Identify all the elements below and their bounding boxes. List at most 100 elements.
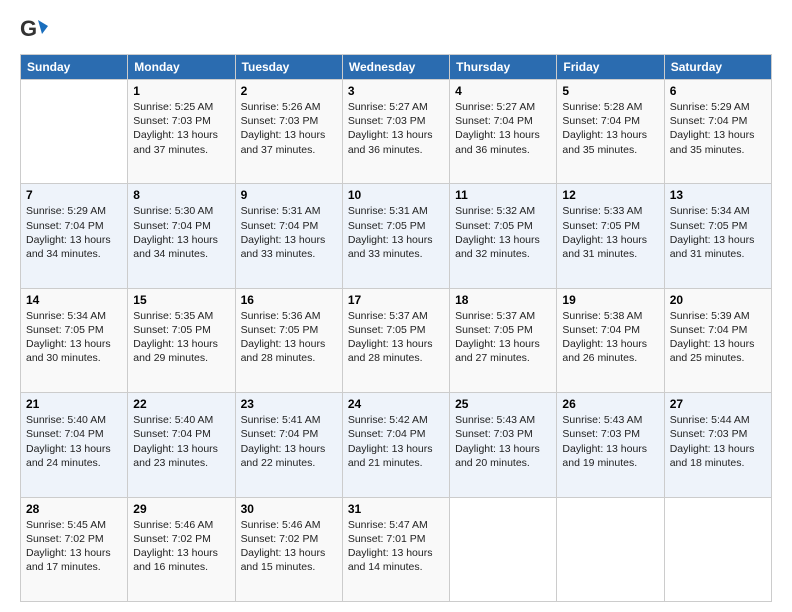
- day-info: Sunrise: 5:36 AM Sunset: 7:05 PM Dayligh…: [241, 309, 337, 366]
- day-info: Sunrise: 5:29 AM Sunset: 7:04 PM Dayligh…: [670, 100, 766, 157]
- day-info: Sunrise: 5:34 AM Sunset: 7:05 PM Dayligh…: [670, 204, 766, 261]
- calendar-cell: 21Sunrise: 5:40 AM Sunset: 7:04 PM Dayli…: [21, 393, 128, 497]
- weekday-header: Friday: [557, 55, 664, 80]
- day-number: 29: [133, 502, 229, 516]
- day-info: Sunrise: 5:37 AM Sunset: 7:05 PM Dayligh…: [455, 309, 551, 366]
- calendar-cell: 20 Sunrise: 5:39 AM Sunset: 7:04 PM Dayli…: [664, 288, 771, 392]
- logo: G: [20, 16, 52, 44]
- calendar-cell: 23 Sunrise: 5:41 AM Sunset: 7:04 PM Dayli…: [235, 393, 342, 497]
- day-number: 4: [455, 84, 551, 98]
- header: G: [20, 16, 772, 44]
- calendar-cell: [21, 80, 128, 184]
- day-number: 19: [562, 293, 658, 307]
- calendar-cell: 18 Sunrise: 5:37 AM Sunset: 7:05 PM Dayli…: [450, 288, 557, 392]
- day-info: Sunrise: 5:26 AM Sunset: 7:03 PM Dayligh…: [241, 100, 337, 157]
- calendar-cell: 22 Sunrise: 5:40 AM Sunset: 7:04 PM Dayli…: [128, 393, 235, 497]
- day-number: 1: [133, 84, 229, 98]
- day-number: 13: [670, 188, 766, 202]
- day-number: 15: [133, 293, 229, 307]
- day-number: 18: [455, 293, 551, 307]
- day-info: Sunrise: 5:33 AM Sunset: 7:05 PM Dayligh…: [562, 204, 658, 261]
- day-number: 10: [348, 188, 444, 202]
- calendar-cell: 30 Sunrise: 5:46 AM Sunset: 7:02 PM Dayli…: [235, 497, 342, 601]
- day-info: Sunrise: 5:41 AM Sunset: 7:04 PM Dayligh…: [241, 413, 337, 470]
- day-number: 5: [562, 84, 658, 98]
- day-info: Sunrise: 5:46 AM Sunset: 7:02 PM Dayligh…: [241, 518, 337, 575]
- day-info: Sunrise: 5:43 AM Sunset: 7:03 PM Dayligh…: [455, 413, 551, 470]
- day-info: Sunrise: 5:46 AM Sunset: 7:02 PM Dayligh…: [133, 518, 229, 575]
- calendar-table: SundayMondayTuesdayWednesdayThursdayFrid…: [20, 54, 772, 602]
- weekday-header: Sunday: [21, 55, 128, 80]
- day-number: 14: [26, 293, 122, 307]
- day-info: Sunrise: 5:38 AM Sunset: 7:04 PM Dayligh…: [562, 309, 658, 366]
- calendar-cell: 31 Sunrise: 5:47 AM Sunset: 7:01 PM Dayli…: [342, 497, 449, 601]
- calendar-cell: 24Sunrise: 5:42 AM Sunset: 7:04 PM Dayli…: [342, 393, 449, 497]
- calendar-cell: 3 Sunrise: 5:27 AM Sunset: 7:03 PM Daylig…: [342, 80, 449, 184]
- calendar-week-row: 14 Sunrise: 5:34 AM Sunset: 7:05 PM Dayli…: [21, 288, 772, 392]
- calendar-cell: 9 Sunrise: 5:31 AM Sunset: 7:04 PM Daylig…: [235, 184, 342, 288]
- calendar-week-row: 1 Sunrise: 5:25 AM Sunset: 7:03 PM Daylig…: [21, 80, 772, 184]
- calendar-cell: 12 Sunrise: 5:33 AM Sunset: 7:05 PM Dayli…: [557, 184, 664, 288]
- day-number: 7: [26, 188, 122, 202]
- calendar-cell: 11Sunrise: 5:32 AM Sunset: 7:05 PM Dayli…: [450, 184, 557, 288]
- calendar-cell: 2Sunrise: 5:26 AM Sunset: 7:03 PM Daylig…: [235, 80, 342, 184]
- day-info: Sunrise: 5:37 AM Sunset: 7:05 PM Dayligh…: [348, 309, 444, 366]
- day-info: Sunrise: 5:43 AM Sunset: 7:03 PM Dayligh…: [562, 413, 658, 470]
- day-info: Sunrise: 5:31 AM Sunset: 7:05 PM Dayligh…: [348, 204, 444, 261]
- calendar-cell: 28 Sunrise: 5:45 AM Sunset: 7:02 PM Dayli…: [21, 497, 128, 601]
- calendar-cell: 14 Sunrise: 5:34 AM Sunset: 7:05 PM Dayli…: [21, 288, 128, 392]
- weekday-header: Tuesday: [235, 55, 342, 80]
- day-info: Sunrise: 5:34 AM Sunset: 7:05 PM Dayligh…: [26, 309, 122, 366]
- day-info: Sunrise: 5:30 AM Sunset: 7:04 PM Dayligh…: [133, 204, 229, 261]
- calendar-cell: 17 Sunrise: 5:37 AM Sunset: 7:05 PM Dayli…: [342, 288, 449, 392]
- day-number: 12: [562, 188, 658, 202]
- day-number: 6: [670, 84, 766, 98]
- day-number: 28: [26, 502, 122, 516]
- calendar-cell: [557, 497, 664, 601]
- weekday-header: Thursday: [450, 55, 557, 80]
- day-number: 8: [133, 188, 229, 202]
- day-info: Sunrise: 5:31 AM Sunset: 7:04 PM Dayligh…: [241, 204, 337, 261]
- day-number: 11: [455, 188, 551, 202]
- day-number: 20: [670, 293, 766, 307]
- day-number: 3: [348, 84, 444, 98]
- day-info: Sunrise: 5:27 AM Sunset: 7:03 PM Dayligh…: [348, 100, 444, 157]
- day-number: 26: [562, 397, 658, 411]
- day-number: 17: [348, 293, 444, 307]
- day-info: Sunrise: 5:45 AM Sunset: 7:02 PM Dayligh…: [26, 518, 122, 575]
- calendar-cell: 26 Sunrise: 5:43 AM Sunset: 7:03 PM Dayli…: [557, 393, 664, 497]
- calendar-cell: 5 Sunrise: 5:28 AM Sunset: 7:04 PM Daylig…: [557, 80, 664, 184]
- day-number: 30: [241, 502, 337, 516]
- calendar-cell: [450, 497, 557, 601]
- day-info: Sunrise: 5:29 AM Sunset: 7:04 PM Dayligh…: [26, 204, 122, 261]
- day-number: 9: [241, 188, 337, 202]
- day-number: 21: [26, 397, 122, 411]
- calendar-cell: 27 Sunrise: 5:44 AM Sunset: 7:03 PM Dayli…: [664, 393, 771, 497]
- day-number: 23: [241, 397, 337, 411]
- day-info: Sunrise: 5:44 AM Sunset: 7:03 PM Dayligh…: [670, 413, 766, 470]
- day-info: Sunrise: 5:47 AM Sunset: 7:01 PM Dayligh…: [348, 518, 444, 575]
- day-info: Sunrise: 5:28 AM Sunset: 7:04 PM Dayligh…: [562, 100, 658, 157]
- calendar-cell: 25 Sunrise: 5:43 AM Sunset: 7:03 PM Dayli…: [450, 393, 557, 497]
- weekday-header: Wednesday: [342, 55, 449, 80]
- day-number: 31: [348, 502, 444, 516]
- day-info: Sunrise: 5:40 AM Sunset: 7:04 PM Dayligh…: [133, 413, 229, 470]
- calendar-week-row: 7 Sunrise: 5:29 AM Sunset: 7:04 PM Daylig…: [21, 184, 772, 288]
- calendar-cell: 15 Sunrise: 5:35 AM Sunset: 7:05 PM Dayli…: [128, 288, 235, 392]
- day-info: Sunrise: 5:25 AM Sunset: 7:03 PM Dayligh…: [133, 100, 229, 157]
- day-info: Sunrise: 5:42 AM Sunset: 7:04 PM Dayligh…: [348, 413, 444, 470]
- logo-icon: G: [20, 16, 48, 44]
- day-info: Sunrise: 5:39 AM Sunset: 7:04 PM Dayligh…: [670, 309, 766, 366]
- calendar-cell: 16Sunrise: 5:36 AM Sunset: 7:05 PM Dayli…: [235, 288, 342, 392]
- calendar-cell: 4Sunrise: 5:27 AM Sunset: 7:04 PM Daylig…: [450, 80, 557, 184]
- svg-text:G: G: [20, 16, 37, 41]
- day-number: 27: [670, 397, 766, 411]
- calendar-cell: 7 Sunrise: 5:29 AM Sunset: 7:04 PM Daylig…: [21, 184, 128, 288]
- calendar-cell: [664, 497, 771, 601]
- calendar-week-row: 28 Sunrise: 5:45 AM Sunset: 7:02 PM Dayli…: [21, 497, 772, 601]
- calendar-cell: 6 Sunrise: 5:29 AM Sunset: 7:04 PM Daylig…: [664, 80, 771, 184]
- day-number: 25: [455, 397, 551, 411]
- day-info: Sunrise: 5:35 AM Sunset: 7:05 PM Dayligh…: [133, 309, 229, 366]
- calendar-cell: 8 Sunrise: 5:30 AM Sunset: 7:04 PM Daylig…: [128, 184, 235, 288]
- day-number: 22: [133, 397, 229, 411]
